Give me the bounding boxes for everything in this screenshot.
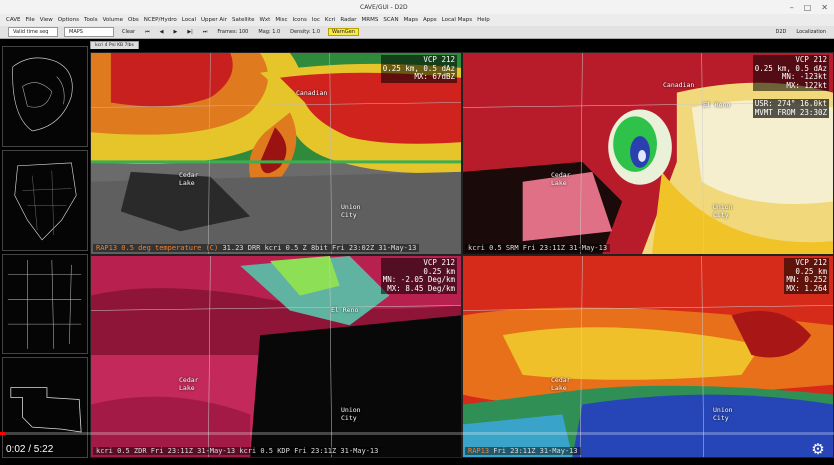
thumbnail-north-america[interactable] <box>2 149 88 251</box>
window-controls: – □ ✕ <box>790 3 828 12</box>
frames-button[interactable]: Frames: 100 <box>215 29 250 35</box>
menu-item-upper-air[interactable]: Upper Air <box>201 17 227 23</box>
menu-item-help[interactable]: Help <box>477 17 490 23</box>
thumbnail-oklahoma[interactable] <box>2 357 88 458</box>
time-sequence-select[interactable]: Valid time seq <box>8 27 58 37</box>
menu-item-kcri[interactable]: Kcri <box>325 17 335 23</box>
mode-button[interactable]: D2D <box>773 29 788 35</box>
panel-status-line: RAP13 0.5 deg temperature (C) 31.23 DRR … <box>93 244 420 252</box>
city-label-cedar-lake: Cedar Lake <box>551 171 571 187</box>
localization-button[interactable]: Localization <box>794 29 828 35</box>
max-value: MX: 8.45 Deg/km <box>387 283 455 293</box>
city-label-union-city: Union City <box>713 406 733 422</box>
menu-item-radar[interactable]: Radar <box>340 17 356 23</box>
menu-item-local[interactable]: Local <box>182 17 196 23</box>
menu-item-scan[interactable]: SCAN <box>383 17 398 23</box>
menu-item-misc[interactable]: Misc <box>275 17 287 23</box>
density-button[interactable]: Density: 1.0 <box>288 29 322 35</box>
panel-readout: VCP 212 0.25 km MN: 0.252 MX: 1.264 <box>784 258 829 294</box>
menu-item-obs[interactable]: Obs <box>128 17 139 23</box>
overlay-label: RAP13 0.5 deg temperature (C) <box>96 244 219 252</box>
panel-correlation-coefficient[interactable]: VCP 212 0.25 km MN: 0.252 MX: 1.264 Ceda… <box>462 255 834 458</box>
thumbnail-northern-hemisphere[interactable] <box>2 46 88 147</box>
editor-tabs: kcri 4 Pnl KB 7lbs <box>90 40 290 49</box>
product-time: kcri 0.5 ZDR Fri 23:11Z 31-May-13 kcri 0… <box>96 447 379 455</box>
city-label-cedar-lake: Cedar Lake <box>179 376 199 392</box>
menu-item-options[interactable]: Options <box>58 17 79 23</box>
max-value: MX: 1.264 <box>786 283 827 293</box>
city-label-union-city: Union City <box>713 203 733 219</box>
menu-item-local-maps[interactable]: Local Maps <box>442 17 472 23</box>
menu-item-satellite[interactable]: Satellite <box>232 17 255 23</box>
panel-status-line: RAP13 Fri 23:11Z 31-May-13 <box>465 447 581 455</box>
panel-readout: VCP 212 0.25 km, 0.5 dAz MN: -123kt MX: … <box>752 55 829 91</box>
menu-item-view[interactable]: View <box>40 17 53 23</box>
projection-select[interactable]: MAPS <box>64 27 114 37</box>
first-frame-icon[interactable]: ⏮ <box>143 29 152 35</box>
magnification-button[interactable]: Mag: 1.0 <box>256 29 282 35</box>
panel-storm-relative-velocity[interactable]: VCP 212 0.25 km, 0.5 dAz MN: -123kt MX: … <box>462 52 834 255</box>
minimize-icon[interactable]: – <box>790 3 794 12</box>
menu-item-tools[interactable]: Tools <box>84 17 98 23</box>
prev-frame-icon[interactable]: ◀ <box>158 29 166 35</box>
video-progress-fill <box>0 432 5 435</box>
thumbnail-regional-states[interactable] <box>2 253 88 355</box>
window-title: CAVE/GUI - D2D <box>360 3 408 11</box>
settings-gear-icon[interactable]: ⚙ <box>810 441 826 457</box>
city-label-cedar-lake: Cedar Lake <box>179 171 199 187</box>
next-frame-icon[interactable]: ▶| <box>185 29 195 35</box>
storm-motion-time: MVMT FROM 23:30Z <box>754 107 827 117</box>
menu-item-icons[interactable]: Icons <box>293 17 307 23</box>
overlay-label: RAP13 <box>468 447 490 455</box>
panel-readout: VCP 212 0.25 km, 0.5 dAz MX: 67dBZ <box>380 55 457 83</box>
menu-item-wxt[interactable]: Wxt <box>259 17 270 23</box>
panel-zdr-kdp[interactable]: VCP 212 0.25 km MN: -2.05 Deg/km MX: 8.4… <box>90 255 462 458</box>
panel-reflectivity[interactable]: VCP 212 0.25 km, 0.5 dAz MX: 67dBZ Canad… <box>90 52 462 255</box>
menu-item-ioc[interactable]: Ioc <box>312 17 320 23</box>
city-label-canadian: Canadian <box>296 89 328 97</box>
menu-item-maps[interactable]: Maps <box>404 17 418 23</box>
city-label-el-reno: El Reno <box>703 101 731 109</box>
maximize-icon[interactable]: □ <box>804 3 812 12</box>
video-timecode: 0:02 / 5:22 <box>6 444 54 455</box>
menu-item-volume[interactable]: Volume <box>103 17 123 23</box>
last-frame-icon[interactable]: ⏭ <box>201 29 210 35</box>
city-label-union-city: Union City <box>341 203 361 219</box>
tab-kcri-4pnl[interactable]: kcri 4 Pnl KB 7lbs <box>90 40 139 49</box>
storm-motion-readout: USR: 274° 16.0kt MVMT FROM 23:30Z <box>752 99 829 118</box>
city-label-union-city: Union City <box>341 406 361 422</box>
menu-item-file[interactable]: File <box>26 17 35 23</box>
max-value: MX: 122kt <box>786 80 827 90</box>
city-label-canadian: Canadian <box>663 81 695 89</box>
panel-readout: VCP 212 0.25 km MN: -2.05 Deg/km MX: 8.4… <box>380 258 457 294</box>
pane-thumbnail-strip <box>2 46 88 458</box>
menu-item-mrms[interactable]: MRMS <box>362 17 379 23</box>
clear-button[interactable]: Clear <box>120 29 137 35</box>
warngen-button[interactable]: WarnGen <box>328 28 359 36</box>
product-time: Fri 23:11Z 31-May-13 <box>493 447 578 455</box>
window-titlebar: CAVE/GUI - D2D – □ ✕ <box>0 0 834 15</box>
city-label-el-reno: El Reno <box>331 306 359 314</box>
product-time: kcri 0.5 SRM Fri 23:11Z 31-May-13 <box>468 244 608 252</box>
product-time: 31.23 DRR kcri 0.5 Z 8bit Fri 23:02Z 31-… <box>222 244 417 252</box>
close-icon[interactable]: ✕ <box>821 3 828 12</box>
menu-bar: CAVE File View Options Tools Volume Obs NCEP/Hy… <box>0 14 834 26</box>
play-icon[interactable]: ▶ <box>171 29 179 35</box>
menu-item-cave[interactable]: CAVE <box>6 17 21 23</box>
toolbar: Valid time seq MAPS Clear ⏮ ◀ ▶ ▶| ⏭ Fra… <box>0 26 834 39</box>
city-label-cedar-lake: Cedar Lake <box>551 376 571 392</box>
correlation-field <box>463 256 833 457</box>
video-progress-bar[interactable] <box>0 432 834 435</box>
max-value: MX: 67dBZ <box>414 72 455 81</box>
menu-item-ncep-hydro[interactable]: NCEP/Hydro <box>144 17 177 23</box>
menu-item-apps[interactable]: Apps <box>423 17 437 23</box>
panel-status-line: kcri 0.5 ZDR Fri 23:11Z 31-May-13 kcri 0… <box>93 447 382 455</box>
panel-status-line: kcri 0.5 SRM Fri 23:11Z 31-May-13 <box>465 244 611 252</box>
reflectivity-field <box>91 53 461 254</box>
radar-four-panel: VCP 212 0.25 km, 0.5 dAz MX: 67dBZ Canad… <box>90 52 834 458</box>
